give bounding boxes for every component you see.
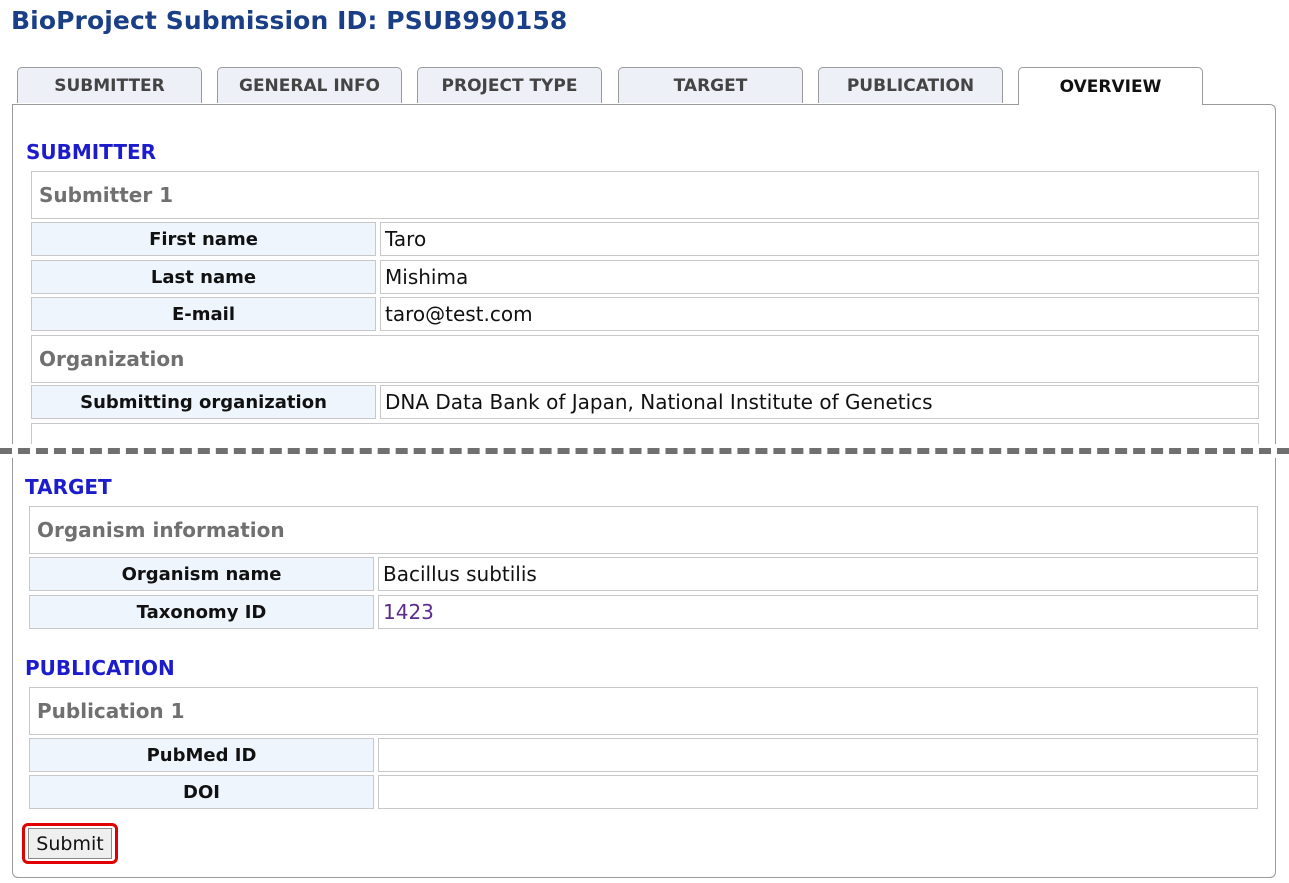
tab-publication[interactable]: PUBLICATION	[818, 67, 1003, 103]
field-value: Mishima	[380, 260, 1259, 294]
field-label: Taxonomy ID	[29, 595, 374, 629]
table-row: PubMed ID	[29, 738, 1258, 772]
overview-panel-top: SUBMITTER Submitter 1 First name Taro La…	[12, 104, 1276, 444]
field-label: E-mail	[31, 297, 376, 331]
page-title: BioProject Submission ID: PSUB990158	[11, 6, 568, 35]
submit-button[interactable]: Submit	[28, 828, 112, 859]
submit-highlight: Submit	[22, 823, 118, 864]
group-title-organization: Organization	[31, 335, 1259, 383]
table-row: DOI	[29, 775, 1258, 809]
tab-target[interactable]: TARGET	[618, 67, 803, 103]
group-title-submitter-1: Submitter 1	[31, 171, 1259, 219]
tab-submitter[interactable]: SUBMITTER	[17, 67, 202, 103]
field-label: First name	[31, 222, 376, 256]
field-value: taro@test.com	[380, 297, 1259, 331]
field-label: Organism name	[29, 557, 374, 591]
overview-panel-bottom: TARGET Organism information Organism nam…	[12, 458, 1276, 878]
section-title-target: TARGET	[25, 475, 112, 499]
section-title-publication: PUBLICATION	[25, 656, 175, 680]
tab-project-type[interactable]: PROJECT TYPE	[417, 67, 602, 103]
section-title-submitter: SUBMITTER	[26, 140, 157, 164]
table-row: Last name Mishima	[31, 260, 1259, 294]
field-value: DNA Data Bank of Japan, National Institu…	[380, 385, 1259, 419]
group-title-publication-1: Publication 1	[29, 687, 1258, 735]
screenshot-cut-divider	[0, 448, 1289, 454]
field-value: Bacillus subtilis	[378, 557, 1258, 591]
tab-general-info[interactable]: GENERAL INFO	[217, 67, 402, 103]
table-row: E-mail taro@test.com	[31, 297, 1259, 331]
cut-off-row	[31, 423, 1259, 444]
tab-overview[interactable]: OVERVIEW	[1018, 67, 1203, 105]
field-label: Submitting organization	[31, 385, 376, 419]
field-value: Taro	[380, 222, 1259, 256]
table-row: Taxonomy ID 1423	[29, 595, 1258, 629]
field-label: DOI	[29, 775, 374, 809]
table-row: Submitting organization DNA Data Bank of…	[31, 385, 1259, 419]
table-row: Organism name Bacillus subtilis	[29, 557, 1258, 591]
taxonomy-id-link[interactable]: 1423	[378, 595, 1258, 629]
field-value	[378, 775, 1258, 809]
field-label: PubMed ID	[29, 738, 374, 772]
field-label: Last name	[31, 260, 376, 294]
group-title-organism-information: Organism information	[29, 506, 1258, 554]
table-row: First name Taro	[31, 222, 1259, 256]
field-value	[378, 738, 1258, 772]
